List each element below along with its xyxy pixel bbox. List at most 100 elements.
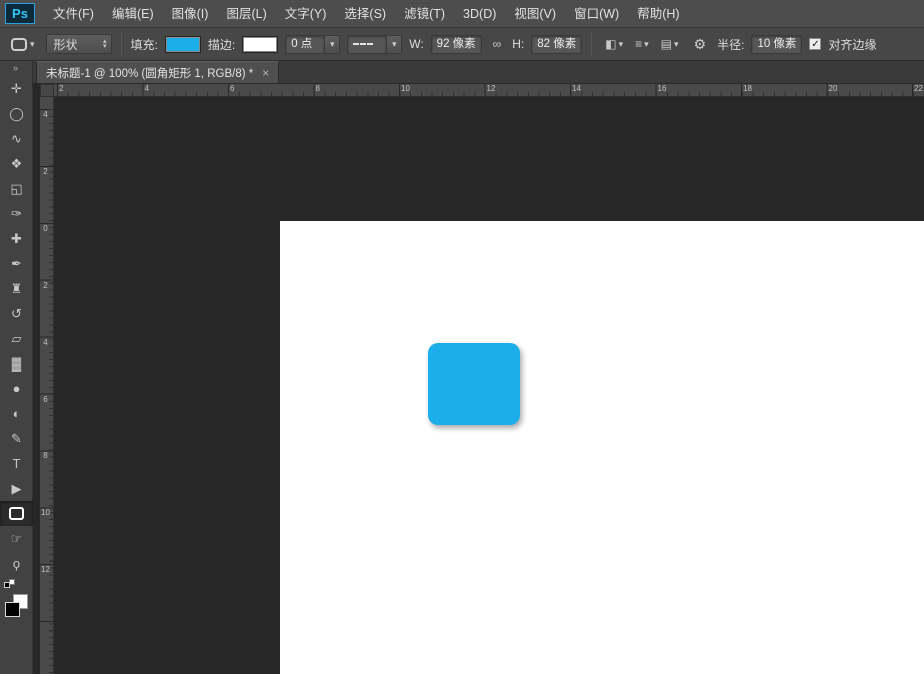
width-label: W: — [409, 37, 423, 51]
gradient-tool[interactable]: ▓ — [0, 351, 33, 376]
default-foreground-chip — [4, 582, 10, 588]
v-ruler-label: 4 — [41, 339, 50, 346]
path-align-button[interactable]: ≡▾ — [631, 34, 653, 54]
crop-tool[interactable]: ◱ — [0, 176, 33, 201]
tool-preset-button[interactable]: ▾ — [7, 35, 39, 54]
eraser-tool[interactable]: ▱ — [0, 326, 33, 351]
pen-tool[interactable]: ✎ — [0, 426, 33, 451]
brush-tool[interactable]: ✒ — [0, 251, 33, 276]
type-tool[interactable]: T — [0, 451, 33, 476]
move-tool[interactable]: ✛ — [0, 76, 33, 101]
type-tool-icon: T — [13, 457, 21, 470]
menu-image[interactable]: 图像(I) — [163, 0, 218, 28]
menu-select[interactable]: 选择(S) — [335, 0, 395, 28]
history-brush-tool-icon: ↺ — [11, 307, 22, 320]
align-edges-checkbox[interactable]: ✓ — [809, 38, 821, 50]
chevron-down-icon: ▾ — [30, 40, 35, 49]
height-input[interactable]: 82 像素 — [531, 35, 582, 54]
h-ruler-label: 12 — [487, 84, 496, 93]
path-buttons: ◧▾≡▾▤▾ — [601, 34, 682, 54]
tool-options-bar: ▾ 形状 ▴ ▾ 填充: 描边: 0 点 ▾ ▾ W: 92 像素 ∞ H: 8… — [0, 28, 924, 61]
h-ruler-label: 6 — [230, 84, 234, 93]
h-ruler-label: 22 — [914, 84, 923, 93]
eyedropper-tool-icon: ✑ — [11, 207, 22, 220]
quick-selection-tool-icon: ❖ — [11, 157, 23, 170]
separator — [121, 32, 122, 56]
ruler-origin-corner[interactable] — [40, 84, 54, 97]
brush-tool-icon: ✒ — [11, 257, 22, 270]
radius-input[interactable]: 10 像素 — [751, 35, 802, 54]
stroke-style-preview — [347, 35, 387, 54]
chevron-down-icon: ▾ — [619, 40, 624, 49]
default-colors-icon[interactable] — [4, 579, 16, 589]
chevron-down-icon: ▾ — [644, 40, 649, 49]
toolbar-collapse-button[interactable]: » — [0, 61, 32, 76]
path-selection-tool[interactable]: ▶ — [0, 476, 33, 501]
path-operations-button[interactable]: ◧▾ — [601, 34, 627, 54]
foreground-color-swatch[interactable] — [5, 602, 20, 617]
v-ruler-label: 0 — [41, 225, 50, 232]
zoom-tool-icon: ϙ — [13, 557, 20, 570]
eraser-tool-icon: ▱ — [12, 332, 22, 345]
h-ruler-label: 20 — [829, 84, 838, 93]
lasso-tool-icon: ∿ — [11, 132, 22, 145]
h-ruler-label: 10 — [401, 84, 410, 93]
pen-tool-icon: ✎ — [11, 432, 22, 445]
stroke-style-select[interactable]: ▾ — [347, 35, 402, 54]
menu-filter[interactable]: 滤镜(T) — [395, 0, 454, 28]
spot-healing-tool[interactable]: ✚ — [0, 226, 33, 251]
v-ruler-label: 6 — [41, 396, 50, 403]
fill-color-swatch[interactable] — [165, 36, 201, 53]
h-ruler-label: 4 — [145, 84, 149, 93]
document-tab-bar: 未标题-1 @ 100% (圆角矩形 1, RGB/8) * × — [33, 61, 924, 84]
tab-close-button[interactable]: × — [262, 66, 269, 80]
v-ruler-label: 4 — [41, 111, 50, 118]
menu-help[interactable]: 帮助(H) — [628, 0, 688, 28]
dodge-tool[interactable]: ◐ — [0, 401, 33, 426]
chevron-down-icon[interactable]: ▾ — [325, 35, 340, 54]
v-ruler-label: 12 — [41, 566, 50, 573]
path-arrange-button[interactable]: ▤▾ — [657, 34, 683, 54]
link-dimensions-icon[interactable]: ∞ — [489, 34, 506, 54]
caret-down-icon: ▾ — [103, 44, 107, 49]
marquee-tool[interactable]: ◯ — [0, 101, 33, 126]
spinner-icon: ▴ ▾ — [103, 39, 107, 49]
h-ruler-label: 14 — [572, 84, 581, 93]
eyedropper-tool[interactable]: ✑ — [0, 201, 33, 226]
document-tab[interactable]: 未标题-1 @ 100% (圆角矩形 1, RGB/8) * × — [36, 61, 279, 83]
menu-layer[interactable]: 图层(L) — [217, 0, 275, 28]
history-brush-tool[interactable]: ↺ — [0, 301, 33, 326]
document-canvas[interactable] — [280, 221, 924, 674]
gear-icon[interactable]: ⚙ — [690, 33, 711, 56]
vertical-ruler[interactable]: 42024681012 — [40, 97, 54, 674]
horizontal-ruler[interactable]: 246810121416182022 — [54, 84, 924, 97]
chevron-down-icon[interactable]: ▾ — [387, 35, 402, 54]
hand-tool-icon: ☞ — [11, 532, 23, 545]
clone-stamp-tool[interactable]: ♜ — [0, 276, 33, 301]
menu-view[interactable]: 视图(V) — [505, 0, 565, 28]
align-edges-label: 对齐边缘 — [828, 36, 876, 53]
quick-selection-tool[interactable]: ❖ — [0, 151, 33, 176]
width-input[interactable]: 92 像素 — [431, 35, 482, 54]
dodge-tool-icon: ◐ — [13, 407, 21, 420]
tool-mode-select[interactable]: 形状 ▴ ▾ — [46, 34, 112, 54]
stroke-color-swatch[interactable] — [242, 36, 278, 53]
radius-label: 半径: — [717, 36, 744, 53]
blur-tool[interactable]: ● — [0, 376, 33, 401]
menu-file[interactable]: 文件(F) — [44, 0, 103, 28]
move-tool-icon: ✛ — [11, 82, 22, 95]
clone-stamp-tool-icon: ♜ — [11, 282, 23, 295]
menu-3d[interactable]: 3D(D) — [454, 0, 505, 28]
rounded-rectangle-shape[interactable] — [428, 343, 520, 425]
hand-tool[interactable]: ☞ — [0, 526, 33, 551]
path-selection-tool-icon: ▶ — [12, 482, 22, 495]
stroke-width-combo[interactable]: 0 点 ▾ — [285, 35, 340, 54]
rounded-rectangle-tool[interactable] — [0, 501, 33, 526]
stroke-width-value[interactable]: 0 点 — [285, 35, 325, 54]
zoom-tool[interactable]: ϙ — [0, 551, 33, 576]
menu-window[interactable]: 窗口(W) — [565, 0, 628, 28]
dashed-line-icon — [353, 43, 373, 45]
lasso-tool[interactable]: ∿ — [0, 126, 33, 151]
menu-type[interactable]: 文字(Y) — [276, 0, 336, 28]
menu-edit[interactable]: 编辑(E) — [103, 0, 163, 28]
